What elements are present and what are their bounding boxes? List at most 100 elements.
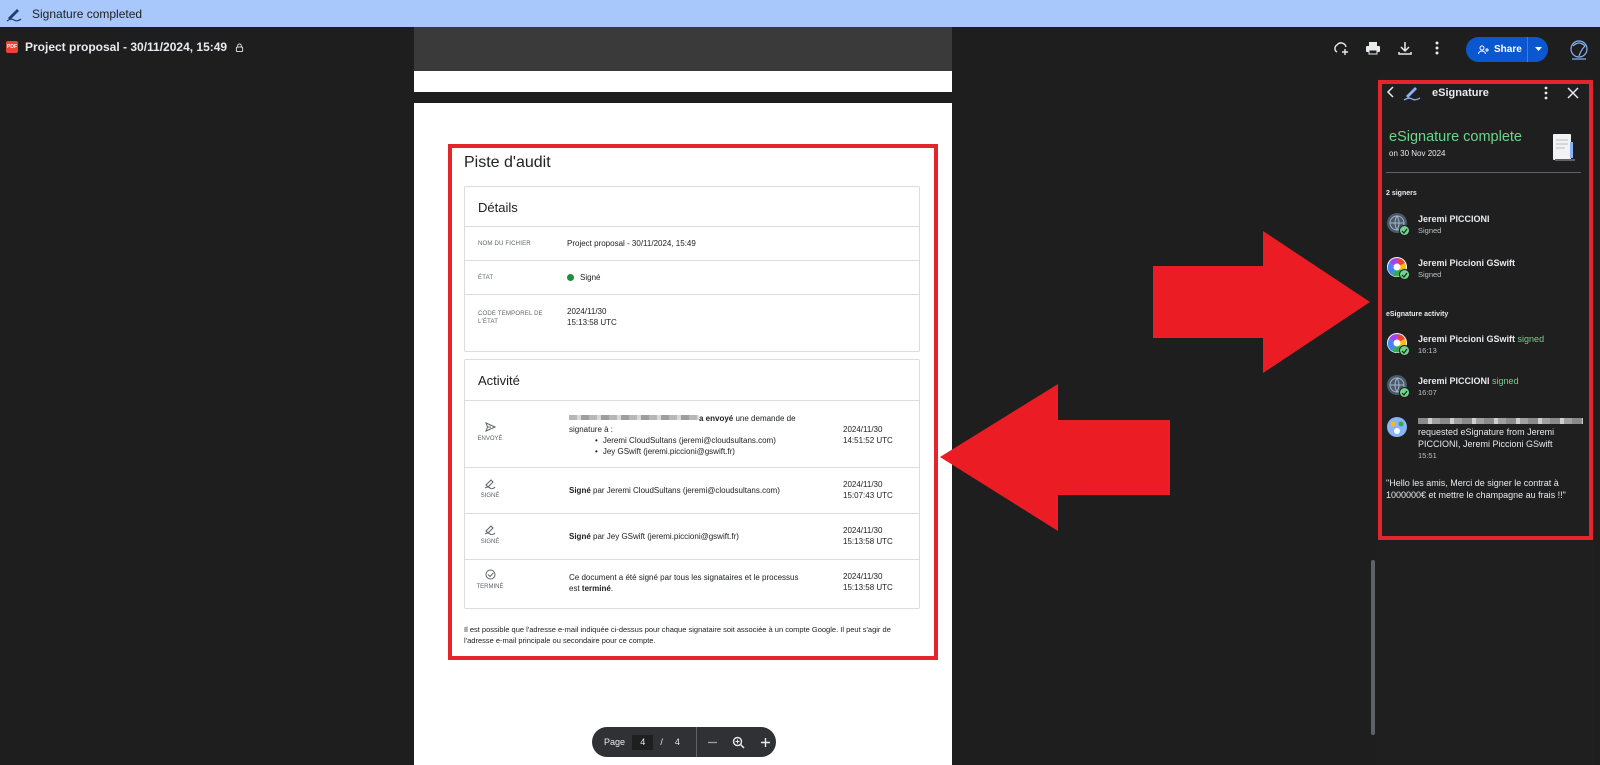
activity-datetime: 2024/11/30 15:13:58 UTC xyxy=(843,525,893,547)
send-icon xyxy=(484,422,496,432)
divider xyxy=(465,559,919,560)
redacted-sender xyxy=(569,415,699,420)
more-vert-icon xyxy=(1435,41,1439,55)
viewer-toolbar xyxy=(1330,37,1458,59)
plus-icon xyxy=(760,737,770,747)
page-number-input[interactable]: 4 xyxy=(632,734,654,750)
activity-date: 2024/11/30 xyxy=(843,425,883,434)
details-heading: Détails xyxy=(478,200,518,215)
add-to-drive-icon xyxy=(1334,42,1348,55)
previous-page-image xyxy=(414,27,952,71)
timestamp-date: 2024/11/30 xyxy=(567,307,607,316)
activity-datetime: 2024/11/30 14:51:52 UTC xyxy=(843,424,893,446)
detail-key: CODE TEMPOREL DE L'ÉTAT xyxy=(478,311,543,325)
pdf-file-icon: PDF xyxy=(6,41,18,53)
activity-sent-text: a envoyé une demande de signature à : Je… xyxy=(569,413,811,457)
status-value: Signé xyxy=(580,273,601,282)
lock-icon xyxy=(236,42,244,52)
activity-datetime: 2024/11/30 15:07:43 UTC xyxy=(843,479,893,501)
divider xyxy=(465,467,919,468)
previous-page-bottom xyxy=(414,71,952,92)
divider xyxy=(465,226,919,227)
download-button[interactable] xyxy=(1394,37,1416,59)
activity-action: a envoyé xyxy=(699,414,734,423)
add-to-drive-button[interactable] xyxy=(1330,37,1352,59)
account-avatar[interactable] xyxy=(1567,38,1591,62)
page-total: 4 xyxy=(674,737,680,747)
window-title-bar: Signature completed xyxy=(0,0,1600,27)
divider xyxy=(465,400,919,401)
recipient-list: Jeremi CloudSultans (jeremi@cloudsultans… xyxy=(569,435,811,457)
share-label: Share xyxy=(1494,44,1522,55)
activity-action: Signé xyxy=(569,486,591,495)
recipient: Jeremi CloudSultans (jeremi@cloudsultans… xyxy=(595,435,811,446)
activity-label: SIGNÉ xyxy=(480,539,500,545)
activity-signed-text: Signé par Jey GSwift (jeremi.piccioni@gs… xyxy=(569,531,811,542)
minus-icon xyxy=(708,741,718,743)
activity-complete-icon-wrap: TERMINÉ xyxy=(470,569,510,590)
audit-footnote: Il est possible que l'adresse e-mail ind… xyxy=(464,625,891,645)
print-button[interactable] xyxy=(1362,37,1384,59)
activity-text: par Jey GSwift (jeremi.piccioni@gswift.f… xyxy=(590,532,739,541)
activity-date: 2024/11/30 xyxy=(843,572,883,581)
window-title: Signature completed xyxy=(32,6,143,21)
activity-text-end: . xyxy=(610,584,614,593)
check-circle-icon xyxy=(485,569,495,580)
signature-icon xyxy=(484,525,496,535)
activity-signed-text: Signé par Jeremi CloudSultans (jeremi@cl… xyxy=(569,485,811,496)
detail-value: Project proposal - 30/11/2024, 15:49 xyxy=(567,239,696,248)
detail-key: ÉTAT xyxy=(478,275,494,281)
activity-label: TERMINÉ xyxy=(476,584,504,590)
activity-action: terminé xyxy=(581,584,611,593)
share-button[interactable]: Share xyxy=(1466,37,1548,62)
panel-scrollbar[interactable] xyxy=(1371,560,1375,735)
zoom-button[interactable] xyxy=(728,736,749,749)
activity-signed-icon-wrap: SIGNÉ xyxy=(470,524,510,545)
arrow-right-annotation xyxy=(1153,231,1370,373)
activity-date: 2024/11/30 xyxy=(843,526,883,535)
timestamp-time: 15:13:58 UTC xyxy=(567,318,617,327)
zoom-in-button[interactable] xyxy=(755,737,776,748)
activity-datetime: 2024/11/30 15:13:58 UTC xyxy=(843,571,893,593)
share-main-button[interactable]: Share xyxy=(1466,37,1528,62)
add-people-icon xyxy=(1478,45,1489,54)
activity-label: SIGNÉ xyxy=(480,493,500,499)
detail-status: Signé xyxy=(567,272,600,283)
activity-heading: Activité xyxy=(478,373,520,388)
page-navigation: Page 4 / 4 xyxy=(592,727,776,757)
file-title[interactable]: Project proposal - 30/11/2024, 15:49 xyxy=(25,40,227,54)
divider xyxy=(465,260,919,261)
more-actions-button[interactable] xyxy=(1426,37,1448,59)
caret-down-icon xyxy=(1534,47,1542,51)
activity-card: Activité ENVOYÉ a envoyé une demande de … xyxy=(464,359,920,609)
status-dot xyxy=(567,274,574,281)
print-icon xyxy=(1366,42,1380,55)
recipient: Jey GSwift (jeremi.piccioni@gswift.fr) xyxy=(595,446,811,457)
page-label: Page xyxy=(604,737,626,747)
esignature-icon xyxy=(6,8,22,21)
activity-complete-text: Ce document a été signé par tous les sig… xyxy=(569,572,811,594)
zoom-icon xyxy=(733,736,745,749)
audit-title: Piste d'audit xyxy=(464,154,551,171)
activity-text: par Jeremi CloudSultans (jeremi@cloudsul… xyxy=(590,486,780,495)
details-card: Détails NOM DU FICHIER Project proposal … xyxy=(464,186,920,352)
activity-label: ENVOYÉ xyxy=(477,436,503,442)
activity-time: 15:07:43 UTC xyxy=(843,491,893,500)
share-options-button[interactable] xyxy=(1528,47,1548,52)
detail-value: 2024/11/30 15:13:58 UTC xyxy=(567,306,617,328)
activity-time: 15:13:58 UTC xyxy=(843,537,893,546)
activity-time: 15:13:58 UTC xyxy=(843,583,893,592)
activity-time: 14:51:52 UTC xyxy=(843,436,893,445)
arrow-left-annotation xyxy=(940,384,1170,531)
detail-key: NOM DU FICHIER xyxy=(478,241,531,247)
activity-date: 2024/11/30 xyxy=(843,480,883,489)
pager-divider xyxy=(695,727,697,757)
divider xyxy=(465,513,919,514)
divider xyxy=(465,294,919,295)
activity-signed-icon-wrap: SIGNÉ xyxy=(470,478,510,499)
activity-action: Signé xyxy=(569,532,591,541)
zoom-out-button[interactable] xyxy=(702,737,723,748)
activity-sent-icon-wrap: ENVOYÉ xyxy=(470,422,510,442)
download-icon xyxy=(1398,42,1412,55)
page-separator: / xyxy=(660,737,663,747)
